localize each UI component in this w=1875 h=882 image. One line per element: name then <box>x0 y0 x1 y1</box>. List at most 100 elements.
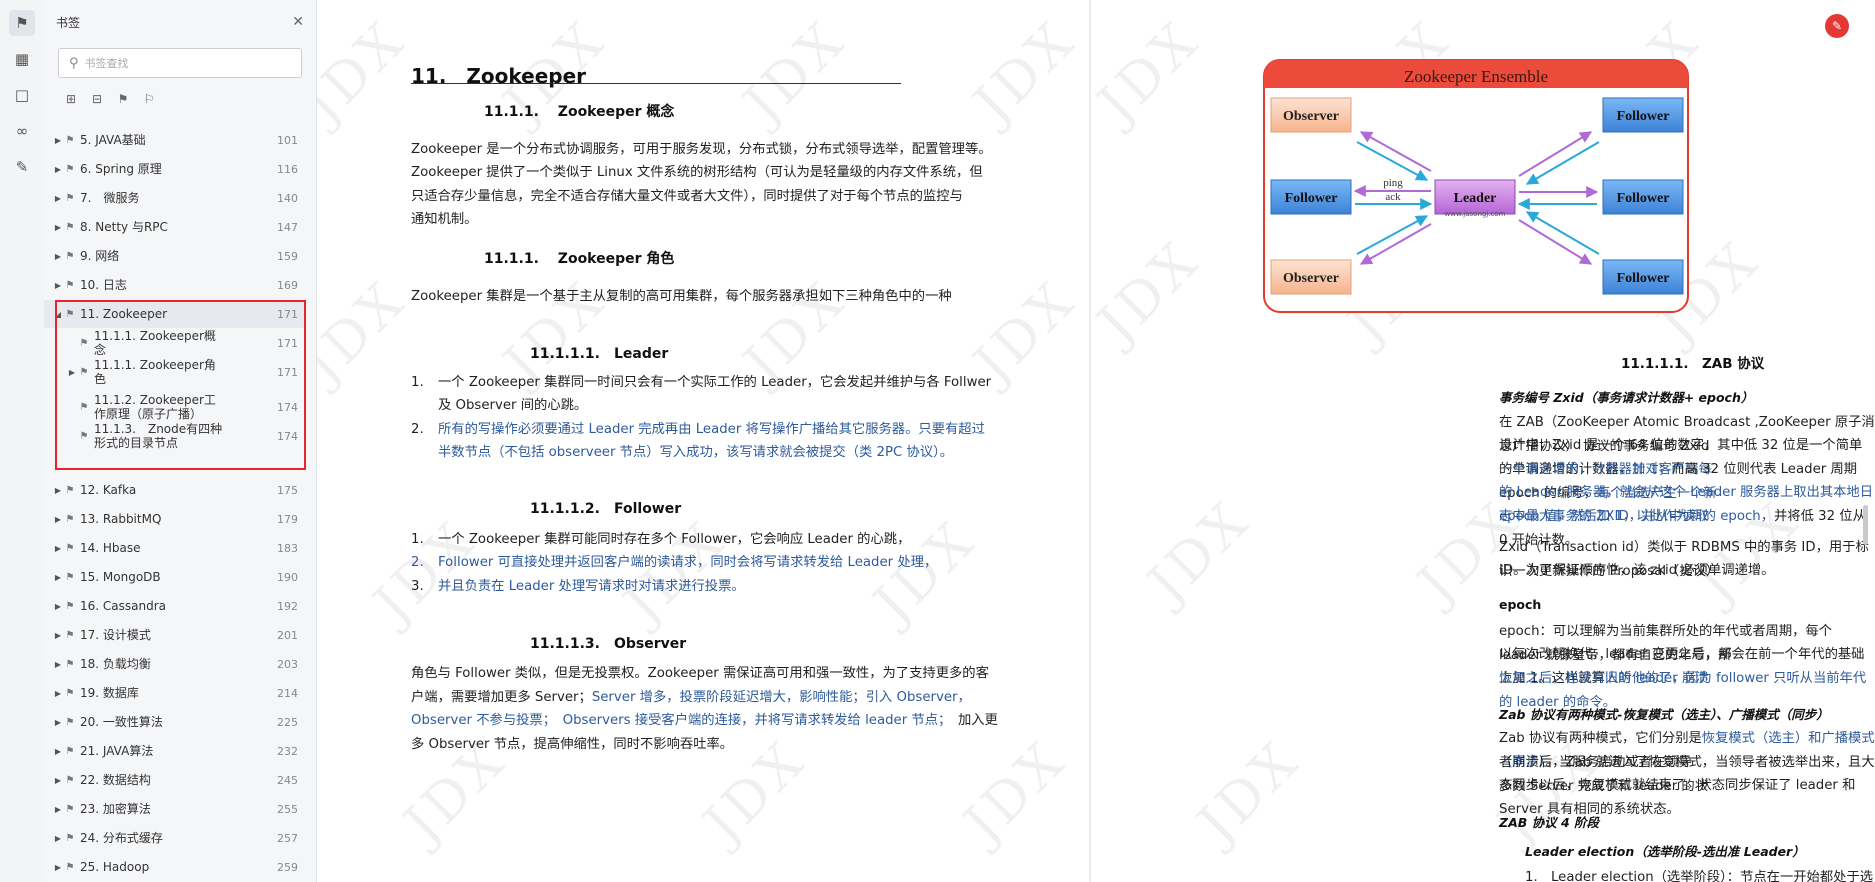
bookmark-icon: ⚑ <box>65 221 75 233</box>
bookmark-page-number: 214 <box>277 686 298 700</box>
chevron-right-icon[interactable]: ▶ <box>52 515 64 524</box>
bookmark-label: 19. 数据库 <box>80 686 139 700</box>
bookmark-item[interactable]: ▶ ⚑ 25. Hadoop 259 <box>44 853 306 881</box>
bookmark-sidebar: 书签 ✕ ⚲ 书签查找 ⊞ ⊟ ⚑ ⚐ ▶ ⚑ 5. JAVA基础 101 ▶ ⚑ 6. S… <box>44 0 317 882</box>
paragraph-line: Zookeeper 提供了一个类似于 Linux 文件系统的树形结构（可认为是轻… <box>411 165 983 180</box>
bookmark-item[interactable]: ▶ ⚑ 5. JAVA基础 101 <box>44 126 306 154</box>
bookmark-item[interactable]: ◢ ⚑ 11. Zookeeper 171 <box>44 300 306 328</box>
chevron-right-icon[interactable]: ▶ <box>52 834 64 843</box>
left-rail: ⚑ ▦ □ ∞ ✎ <box>0 0 45 882</box>
watermark: JDX <box>1091 8 1212 135</box>
bookmark-item[interactable]: ▶ ⚑ 13. RabbitMQ 179 <box>44 505 306 533</box>
thumbnail-panel-icon[interactable]: ▦ <box>9 46 35 72</box>
chevron-right-icon[interactable]: ▶ <box>52 631 64 640</box>
bookmark-item[interactable]: ▶ ⚑ 7. 微服务 140 <box>44 184 306 212</box>
paragraph-line: 角色与 Follower 类似，但是无投票权。Zookeeper 需保证高可用和… <box>411 666 989 681</box>
bookmark-item[interactable]: ▶ ⚑ 15. MongoDB 190 <box>44 563 306 591</box>
bookmark-page-number: 257 <box>277 831 298 845</box>
chevron-right-icon[interactable]: ▶ <box>52 136 64 145</box>
bookmark-page-number: 190 <box>277 570 298 584</box>
bookmark-icon: ⚑ <box>79 337 89 349</box>
bookmark-page-number: 171 <box>277 336 298 350</box>
bookmark-page-number: 171 <box>277 307 298 321</box>
list-number: 3. <box>411 579 424 594</box>
bookmark-item[interactable]: ▶ ⚑ 18. 负载均衡 203 <box>44 650 306 678</box>
chevron-right-icon[interactable]: ▶ <box>66 368 78 377</box>
text-run: Observer 不参与投票； Observers 接受客户端的连接，并将写请求… <box>411 713 945 728</box>
bookmark-item[interactable]: ⚑ 11.1.1. Zookeeper概念 171 <box>44 329 306 357</box>
bookmark-label: 15. MongoDB <box>80 570 161 584</box>
chevron-right-icon[interactable]: ▶ <box>52 544 64 553</box>
chevron-right-icon[interactable]: ▶ <box>52 281 64 290</box>
collapse-all-icon[interactable]: ⊟ <box>88 90 106 108</box>
comment-panel-icon[interactable]: □ <box>9 82 35 108</box>
chevron-right-icon[interactable]: ▶ <box>52 223 64 232</box>
chevron-right-icon[interactable]: ▶ <box>52 573 64 582</box>
bookmark-page-number: 245 <box>277 773 298 787</box>
paragraph-line: 多 Observer 节点，提高伸缩性，同时不影响吞吐率。 <box>411 737 734 752</box>
bookmark-item[interactable]: ▶ ⚑ 12. Kafka 175 <box>44 476 306 504</box>
chevron-right-icon[interactable]: ▶ <box>52 689 64 698</box>
bookmark-item[interactable]: ▶ ⚑ 24. 分布式缓存 257 <box>44 824 306 852</box>
observer-label: Observer <box>1283 271 1339 286</box>
chevron-right-icon[interactable]: ▶ <box>52 718 64 727</box>
chevron-right-icon[interactable]: ▶ <box>52 165 64 174</box>
section-heading: 11.1.1. Zookeeper 概念 <box>484 104 675 120</box>
paragraph-line: Zookeeper 集群是一个基于主从复制的高可用集群，每个服务器承担如下三种角… <box>411 289 952 304</box>
search-icon: ⚲ <box>69 55 79 71</box>
chevron-right-icon[interactable]: ▶ <box>52 252 64 261</box>
italic-heading: 事务编号 Zxid（事务请求计数器+ epoch） <box>1499 390 1754 405</box>
chevron-right-icon[interactable]: ▶ <box>52 747 64 756</box>
bookmark-item[interactable]: ▶ ⚑ 21. JAVA算法 232 <box>44 737 306 765</box>
add-bookmark-icon[interactable]: ⚑ <box>114 90 132 108</box>
bookmark-item[interactable]: ▶ ⚑ 11.1.1. Zookeeper角色 171 <box>44 358 306 386</box>
bookmark-item[interactable]: ▶ ⚑ 8. Netty 与RPC 147 <box>44 213 306 241</box>
bookmark-page-number: 171 <box>277 365 298 379</box>
list-item: 1. 一个 Zookeeper 集群同一时间只会有一个实际工作的 Leader，… <box>411 371 1011 421</box>
bookmark-page-number: 101 <box>277 133 298 147</box>
bookmark-item[interactable]: ▶ ⚑ 6. Spring 原理 116 <box>44 155 306 183</box>
list-text: 并且负责在 Leader 处理写请求时对请求进行投票。 <box>438 579 745 594</box>
bookmark-page-number: 179 <box>277 512 298 526</box>
chevron-right-icon[interactable]: ▶ <box>52 805 64 814</box>
text-run: 一个事务请求，计数器加 1； <box>1499 462 1672 477</box>
bookmark-search-input[interactable]: ⚲ 书签查找 <box>58 48 302 78</box>
bookmark-item[interactable]: ▶ ⚑ 16. Cassandra 192 <box>44 592 306 620</box>
chevron-right-icon[interactable]: ▶ <box>52 863 64 872</box>
bookmark-item[interactable]: ▶ ⚑ 17. 设计模式 201 <box>44 621 306 649</box>
delete-bookmark-icon[interactable]: ⚐ <box>140 90 158 108</box>
chevron-down-icon[interactable]: ◢ <box>52 310 64 319</box>
watermark: JDX <box>961 8 1088 135</box>
chevron-right-icon[interactable]: ▶ <box>52 194 64 203</box>
bookmark-panel-icon[interactable]: ⚑ <box>9 10 35 36</box>
bookmark-item[interactable]: ▶ ⚑ 10. 日志 169 <box>44 271 306 299</box>
bookmark-icon: ⚑ <box>65 163 75 175</box>
chevron-right-icon[interactable]: ▶ <box>52 486 64 495</box>
page-right: JDX JDX JDX JDX JDX JDX JDX JDX JDX JDX … <box>1091 0 1875 882</box>
signature-icon[interactable]: ✎ <box>9 154 35 180</box>
bookmark-page-number: 255 <box>277 802 298 816</box>
bookmark-label: 13. RabbitMQ <box>80 512 162 526</box>
chevron-right-icon[interactable]: ▶ <box>52 776 64 785</box>
bookmark-item[interactable]: ▶ ⚑ 19. 数据库 214 <box>44 679 306 707</box>
attachment-icon[interactable]: ∞ <box>9 118 35 144</box>
bookmark-label: 11.1.3. Znode有四种形式的目录节点 <box>94 422 223 450</box>
bookmark-item[interactable]: ▶ ⚑ 9. 网络 159 <box>44 242 306 270</box>
close-icon[interactable]: ✕ <box>292 14 304 30</box>
bookmark-item[interactable]: ▶ ⚑ 14. Hbase 183 <box>44 534 306 562</box>
edit-fab-icon[interactable]: ✎ <box>1825 14 1849 38</box>
bookmark-item[interactable]: ⚑ 11.1.3. Znode有四种形式的目录节点 174 <box>44 419 306 453</box>
bookmark-page-number: 225 <box>277 715 298 729</box>
chapter-title: 11. Zookeeper <box>411 64 587 88</box>
italic-heading: Leader election（选举阶段-选出准 Leader） <box>1525 844 1805 859</box>
bookmark-item[interactable]: ▶ ⚑ 20. 一致性算法 225 <box>44 708 306 736</box>
document-scrollbar[interactable] <box>1863 505 1868 545</box>
expand-all-icon[interactable]: ⊞ <box>62 90 80 108</box>
bookmark-item[interactable]: ▶ ⚑ 23. 加密算法 255 <box>44 795 306 823</box>
bookmark-icon: ⚑ <box>65 745 75 757</box>
chevron-right-icon[interactable]: ▶ <box>52 602 64 611</box>
chevron-right-icon[interactable]: ▶ <box>52 660 64 669</box>
bookmark-item[interactable]: ▶ ⚑ 22. 数据结构 245 <box>44 766 306 794</box>
bookmark-page-number: 169 <box>277 278 298 292</box>
watermark: JDX <box>1185 728 1312 855</box>
